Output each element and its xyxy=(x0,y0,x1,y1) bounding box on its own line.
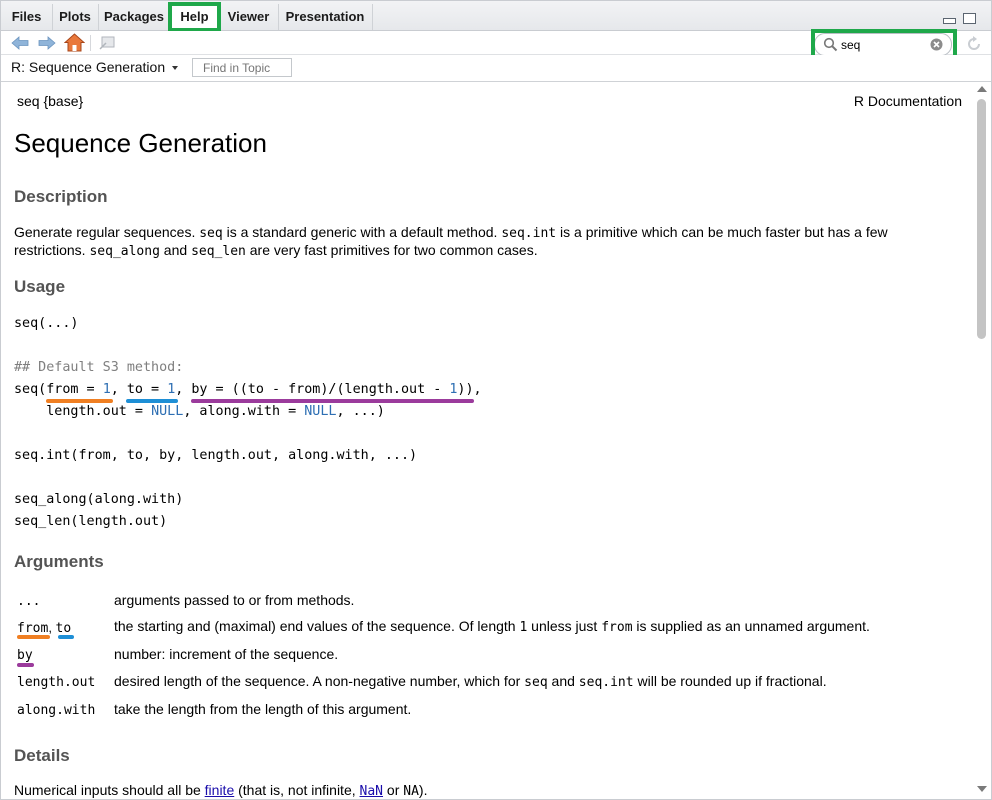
from-arg-underline xyxy=(17,635,50,639)
details-text: Numerical inputs should all be finite (t… xyxy=(14,782,428,799)
by-arg-underline xyxy=(17,663,34,667)
documentation-label: R Documentation xyxy=(853,93,962,109)
argument-description: desired length of the sequence. A non-ne… xyxy=(114,673,827,690)
argument-name: from, to xyxy=(17,620,72,636)
help-tab-highlight xyxy=(168,2,221,32)
description-heading: Description xyxy=(14,187,108,206)
argument-name: along.with xyxy=(17,703,96,718)
forward-arrow-icon[interactable] xyxy=(38,35,56,51)
from-underline xyxy=(46,399,113,403)
tab-files[interactable]: Files xyxy=(1,4,53,30)
chevron-down-icon xyxy=(172,66,178,71)
argument-description: arguments passed to or from methods. xyxy=(114,592,355,608)
back-arrow-icon[interactable] xyxy=(11,35,29,51)
home-icon[interactable] xyxy=(64,33,85,52)
topic-bar: R: Sequence Generation xyxy=(1,55,991,82)
maximize-icon[interactable] xyxy=(963,13,976,24)
argument-name: by xyxy=(17,648,33,663)
argument-description: number: increment of the sequence. xyxy=(114,646,339,662)
scroll-up-icon[interactable] xyxy=(977,86,987,92)
pane-tab-bar: Files Plots Packages Help Viewer Present… xyxy=(1,1,991,31)
find-in-topic-input[interactable] xyxy=(192,58,292,77)
vertical-scrollbar[interactable] xyxy=(973,82,990,798)
package-label: seq {base} xyxy=(17,93,84,109)
argument-row: along.with take the length from the leng… xyxy=(17,701,957,721)
tab-viewer[interactable]: Viewer xyxy=(219,4,279,30)
finite-link[interactable]: finite xyxy=(205,782,235,798)
argument-row: by number: increment of the sequence. xyxy=(17,646,957,666)
refresh-icon[interactable] xyxy=(965,35,983,53)
usage-heading: Usage xyxy=(14,277,66,296)
scrollbar-thumb[interactable] xyxy=(977,99,986,339)
nan-link[interactable]: NaN xyxy=(360,784,383,799)
by-underline xyxy=(191,399,474,403)
topic-title: R: Sequence Generation xyxy=(11,59,166,75)
argument-row: from, to the starting and (maximal) end … xyxy=(17,618,957,638)
help-document: seq {base} R Documentation Sequence Gene… xyxy=(1,82,973,799)
argument-row: ... arguments passed to or from methods. xyxy=(17,592,957,612)
argument-row: length.out desired length of the sequenc… xyxy=(17,673,957,693)
argument-name: length.out xyxy=(17,675,96,690)
argument-description: take the length from the length of this … xyxy=(114,701,412,717)
topic-title-dropdown[interactable]: R: Sequence Generation xyxy=(11,59,178,75)
toolbar-divider xyxy=(90,35,91,51)
show-in-window-icon[interactable] xyxy=(98,35,116,51)
argument-name: ... xyxy=(17,594,41,609)
scroll-down-icon[interactable] xyxy=(977,786,987,792)
details-heading: Details xyxy=(14,746,70,765)
tab-packages[interactable]: Packages xyxy=(98,4,171,30)
tab-plots[interactable]: Plots xyxy=(52,4,99,30)
minimize-icon[interactable] xyxy=(943,18,956,24)
to-underline xyxy=(126,399,178,403)
description-text: Generate regular sequences. seq is a sta… xyxy=(14,224,888,259)
help-pane: Files Plots Packages Help Viewer Present… xyxy=(0,0,992,800)
usage-code: seq(...) ## Default S3 method: seq(from … xyxy=(14,316,482,529)
to-arg-underline xyxy=(58,635,74,639)
argument-description: the starting and (maximal) end values of… xyxy=(114,618,870,635)
tab-presentation[interactable]: Presentation xyxy=(278,4,373,30)
page-title: Sequence Generation xyxy=(14,128,267,158)
arguments-heading: Arguments xyxy=(14,552,104,571)
